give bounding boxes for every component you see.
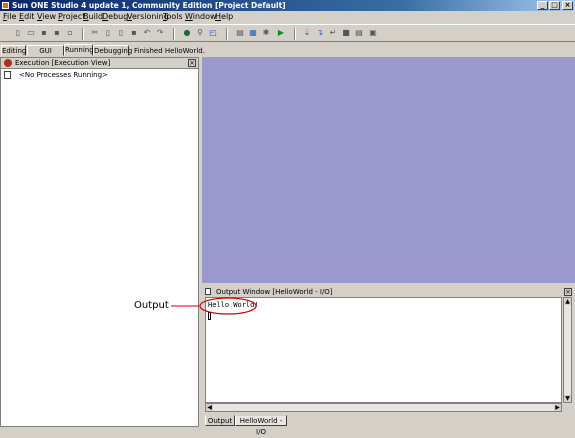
menu-view[interactable]: View xyxy=(37,12,56,22)
maximize-button[interactable]: □ xyxy=(549,1,560,10)
scroll-right-icon[interactable]: ▶ xyxy=(554,404,561,411)
menu-build[interactable]: Build xyxy=(83,12,103,22)
annotation-callout xyxy=(171,297,257,315)
close-icon[interactable]: × xyxy=(564,288,572,296)
toolbar-separator xyxy=(82,28,84,40)
breakpoint-icon[interactable]: ▣ xyxy=(368,28,378,38)
menu-bar: File Edit View Project Build Debug Versi… xyxy=(0,11,575,23)
execution-view-header: Execution [Execution View] × xyxy=(1,58,198,69)
menu-window[interactable]: Window xyxy=(185,12,217,22)
toolbar: ▯ ▭ ▪ ▪ ▫ ✂ ▯ ▯ ▪ ↶ ↷ ● ⚲ ◰ ▤ ▦ ✱ ▶ ⇣ ↴ … xyxy=(0,24,575,42)
compile-icon[interactable]: ▤ xyxy=(235,28,245,38)
editor-desktop-area xyxy=(202,57,575,283)
menu-debug[interactable]: Debug xyxy=(102,12,128,22)
menu-project[interactable]: Project xyxy=(58,12,85,22)
tab-editing[interactable]: Editing xyxy=(1,45,26,56)
new-file-icon[interactable]: ▯ xyxy=(13,28,23,38)
step-over-icon[interactable]: ⇣ xyxy=(302,28,312,38)
explorer-icon[interactable]: ◰ xyxy=(208,28,218,38)
execution-view-panel: Execution [Execution View] × <No Process… xyxy=(0,57,199,427)
minimize-button[interactable]: _ xyxy=(537,1,548,10)
horizontal-scrollbar[interactable]: ◀ ▶ xyxy=(205,403,562,412)
no-processes-label: <No Processes Running> xyxy=(19,71,108,79)
menu-help[interactable]: Help xyxy=(215,12,233,22)
step-into-icon[interactable]: ↴ xyxy=(315,28,325,38)
toolbar-separator xyxy=(294,28,296,40)
output-window-icon xyxy=(205,288,211,295)
delete-icon[interactable]: ▪ xyxy=(129,28,139,38)
web-browser-icon[interactable]: ● xyxy=(182,28,192,38)
save-icon[interactable]: ▪ xyxy=(39,28,49,38)
build-icon[interactable]: ▦ xyxy=(248,28,258,38)
cut-icon[interactable]: ✂ xyxy=(90,28,100,38)
close-button[interactable]: × xyxy=(562,1,573,10)
execute-icon[interactable]: ▶ xyxy=(276,28,286,38)
app-icon xyxy=(2,2,9,9)
toolbar-separator xyxy=(173,28,175,40)
properties-icon[interactable]: ▫ xyxy=(65,28,75,38)
status-message: Finished HelloWorld. xyxy=(134,47,205,55)
toolbar-separator xyxy=(226,28,228,40)
open-file-icon[interactable]: ▭ xyxy=(26,28,36,38)
paste-icon[interactable]: ▯ xyxy=(116,28,126,38)
menu-edit[interactable]: Edit xyxy=(19,12,35,22)
close-icon[interactable]: × xyxy=(188,59,196,67)
menu-tools[interactable]: Tools xyxy=(163,12,183,22)
redo-icon[interactable]: ↷ xyxy=(155,28,165,38)
debug-icon[interactable]: ✱ xyxy=(261,28,271,38)
vertical-scrollbar[interactable]: ▲ ▼ xyxy=(563,297,572,403)
execution-view-title: Execution [Execution View] xyxy=(15,59,111,67)
annotation-label: Output xyxy=(134,300,169,311)
continue-icon[interactable]: ▤ xyxy=(354,28,364,38)
scroll-up-icon[interactable]: ▲ xyxy=(564,298,571,305)
undo-icon[interactable]: ↶ xyxy=(142,28,152,38)
tab-debugging[interactable]: Debugging xyxy=(93,45,132,56)
find-icon[interactable]: ⚲ xyxy=(195,28,205,38)
tab-output[interactable]: Output xyxy=(205,415,235,426)
root-node-icon xyxy=(4,71,11,79)
step-out-icon[interactable]: ↵ xyxy=(328,28,338,38)
stop-icon[interactable]: ■ xyxy=(341,28,351,38)
title-bar: Sun ONE Studio 4 update 1, Community Edi… xyxy=(0,0,575,11)
workspace-tabs: Editing GUI Editing Running Debugging Fi… xyxy=(0,43,575,66)
tab-helloworld-io[interactable]: HelloWorld - I/O xyxy=(235,415,287,436)
save-all-icon[interactable]: ▪ xyxy=(52,28,62,38)
window-title: Sun ONE Studio 4 update 1, Community Edi… xyxy=(12,1,286,10)
scroll-left-icon[interactable]: ◀ xyxy=(206,404,213,411)
menu-file[interactable]: File xyxy=(3,12,16,22)
scroll-down-icon[interactable]: ▼ xyxy=(564,395,571,402)
execution-icon xyxy=(4,59,12,67)
annotation-ellipse xyxy=(199,297,257,315)
copy-icon[interactable]: ▯ xyxy=(103,28,113,38)
tab-running[interactable]: Running xyxy=(64,44,94,56)
tab-gui-editing[interactable]: GUI Editing xyxy=(27,45,64,66)
